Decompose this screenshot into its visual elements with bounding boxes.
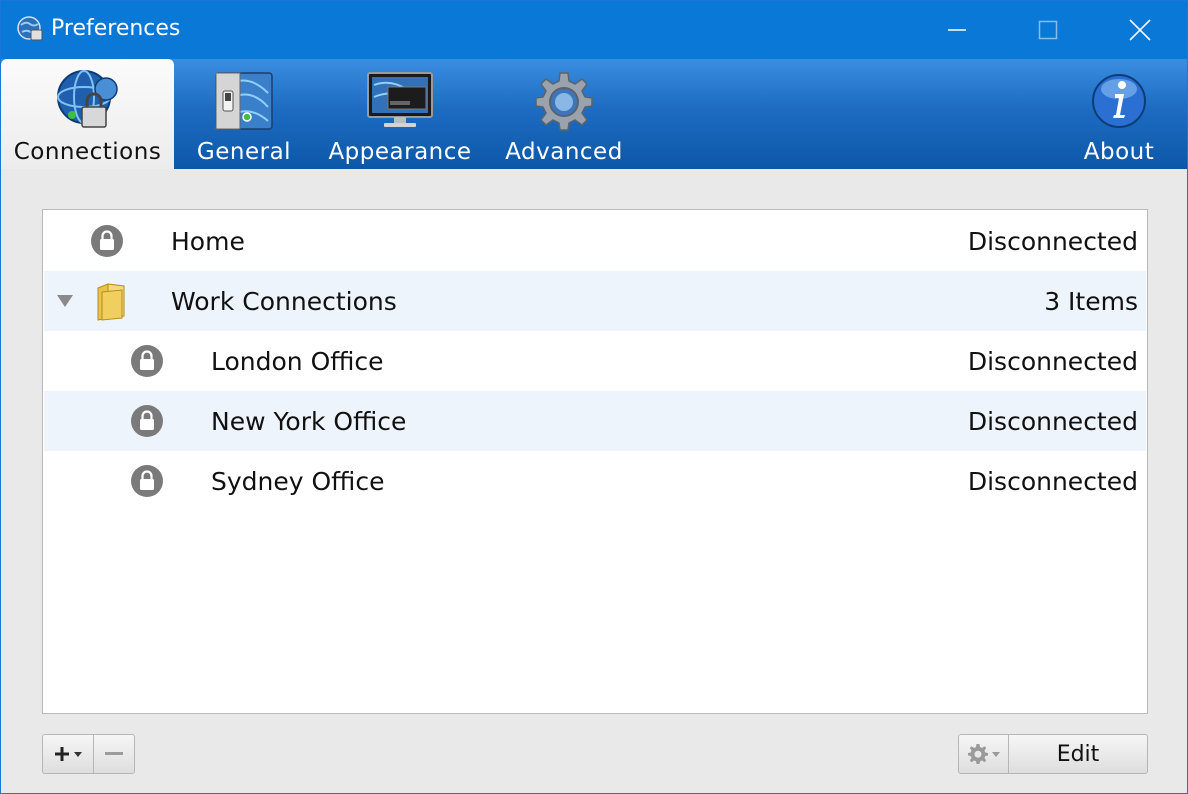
connections-list[interactable]: Home Disconnected Work Connections 3 Ite… xyxy=(42,209,1148,714)
connection-status: Disconnected xyxy=(967,226,1138,256)
title-bar[interactable]: Preferences xyxy=(1,1,1187,59)
lock-icon xyxy=(91,225,123,257)
minus-icon xyxy=(105,752,123,755)
tab-appearance-label: Appearance xyxy=(328,139,472,165)
tab-appearance[interactable]: Appearance xyxy=(323,59,477,169)
maximize-icon xyxy=(1038,20,1058,40)
list-item-sydney-office[interactable]: Sydney Office Disconnected xyxy=(44,451,1146,511)
list-item-new-york-office[interactable]: New York Office Disconnected xyxy=(44,391,1146,451)
edit-button[interactable]: Edit xyxy=(1008,734,1148,774)
connection-label: New York Office xyxy=(211,406,407,436)
tab-about[interactable]: About xyxy=(1076,59,1162,169)
close-icon xyxy=(1129,19,1151,41)
maximize-button[interactable] xyxy=(1002,1,1094,59)
tab-about-label: About xyxy=(1083,139,1155,165)
window-title: Preferences xyxy=(51,16,181,41)
minimize-icon xyxy=(948,29,966,31)
lock-icon xyxy=(131,405,163,437)
connection-status: Disconnected xyxy=(967,346,1138,376)
minimize-button[interactable] xyxy=(911,1,1003,59)
lock-icon xyxy=(131,345,163,377)
lock-icon xyxy=(131,465,163,497)
group-item-count: 3 Items xyxy=(1044,286,1138,316)
connection-status: Disconnected xyxy=(967,466,1138,496)
preferences-window: Preferences Connections General Appearan… xyxy=(0,0,1188,794)
connection-label: Sydney Office xyxy=(211,466,385,496)
remove-connection-button[interactable] xyxy=(93,734,135,774)
connection-status: Disconnected xyxy=(967,406,1138,436)
list-item-home[interactable]: Home Disconnected xyxy=(44,211,1146,271)
globe-lock-icon xyxy=(56,70,118,128)
tab-general[interactable]: General xyxy=(191,59,297,169)
tab-advanced[interactable]: Advanced xyxy=(501,59,627,169)
list-item-work-connections[interactable]: Work Connections 3 Items xyxy=(44,271,1146,331)
tab-advanced-label: Advanced xyxy=(505,139,623,165)
chevron-down-icon xyxy=(991,752,1000,757)
monitor-icon xyxy=(367,72,433,127)
connection-label: London Office xyxy=(211,346,384,376)
folder-icon xyxy=(97,283,125,321)
switch-panel-icon xyxy=(215,72,273,130)
add-connection-button[interactable] xyxy=(42,734,94,774)
plus-icon xyxy=(54,747,69,761)
actions-menu-button[interactable] xyxy=(958,734,1009,774)
preferences-toolbar: Connections General Appearance Advanced … xyxy=(1,59,1187,169)
tab-general-label: General xyxy=(196,139,292,165)
connection-label: Home xyxy=(171,226,245,256)
gear-icon xyxy=(535,72,593,131)
list-item-london-office[interactable]: London Office Disconnected xyxy=(44,331,1146,391)
app-globe-icon xyxy=(17,16,43,41)
tab-connections[interactable]: Connections xyxy=(1,59,174,169)
close-button[interactable] xyxy=(1094,1,1186,59)
tab-connections-label: Connections xyxy=(13,139,162,165)
info-icon xyxy=(1092,74,1146,128)
group-label: Work Connections xyxy=(171,286,397,316)
chevron-down-icon xyxy=(73,752,82,757)
gear-icon xyxy=(967,744,988,764)
disclosure-triangle-icon[interactable] xyxy=(56,294,74,308)
